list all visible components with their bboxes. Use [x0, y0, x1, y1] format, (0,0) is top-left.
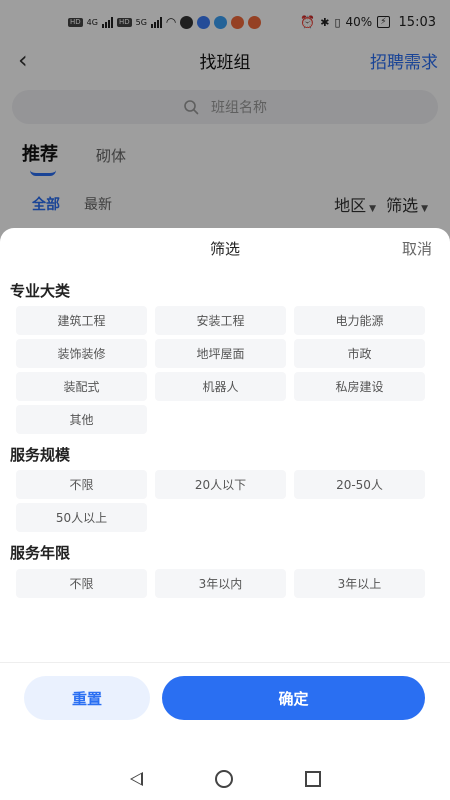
- system-back-icon[interactable]: [129, 772, 143, 786]
- option-chip[interactable]: 其他: [16, 405, 147, 434]
- option-chip[interactable]: 建筑工程: [16, 306, 147, 335]
- option-chip[interactable]: 机器人: [155, 372, 286, 401]
- section-title-specialty: 专业大类: [10, 282, 71, 300]
- option-chip[interactable]: 3年以上: [294, 569, 425, 598]
- option-chip[interactable]: 装饰装修: [16, 339, 147, 368]
- system-nav-bar: [0, 758, 450, 800]
- option-chip[interactable]: 不限: [16, 569, 147, 598]
- option-chip[interactable]: 私房建设: [294, 372, 425, 401]
- system-home-icon[interactable]: [214, 770, 233, 788]
- option-chip[interactable]: 装配式: [16, 372, 147, 401]
- option-chip[interactable]: 50人以上: [16, 503, 147, 532]
- section-title-scale: 服务规模: [10, 446, 71, 464]
- option-chip[interactable]: 20人以下: [155, 470, 286, 499]
- option-chip[interactable]: 市政: [294, 339, 425, 368]
- filter-sheet: 筛选 取消 专业大类 建筑工程 安装工程 电力能源 装饰装修 地坪屋面 市政 装…: [0, 228, 450, 800]
- sheet-title: 筛选: [209, 240, 240, 258]
- reset-button[interactable]: 重置: [24, 676, 150, 720]
- option-chip[interactable]: 3年以内: [155, 569, 286, 598]
- section-title-years: 服务年限: [10, 544, 71, 562]
- footer-divider: [0, 662, 450, 663]
- option-chip[interactable]: 安装工程: [155, 306, 286, 335]
- confirm-button[interactable]: 确定: [162, 676, 425, 720]
- option-chip[interactable]: 20-50人: [294, 470, 425, 499]
- system-recents-icon[interactable]: [304, 771, 321, 787]
- option-chip[interactable]: 不限: [16, 470, 147, 499]
- cancel-button[interactable]: 取消: [402, 238, 432, 259]
- option-chip[interactable]: 地坪屋面: [155, 339, 286, 368]
- option-chip[interactable]: 电力能源: [294, 306, 425, 335]
